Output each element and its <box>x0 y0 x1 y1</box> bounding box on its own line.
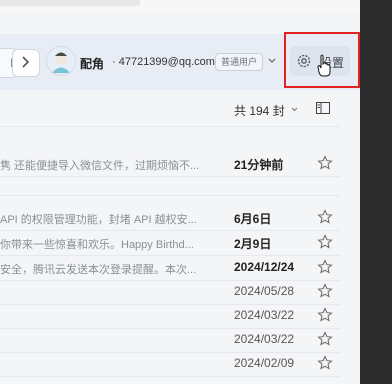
star-icon[interactable] <box>317 234 333 250</box>
mail-summary: 你带来一些惊喜和欢乐。Happy Birthd... <box>0 239 194 251</box>
mail-row[interactable]: 安全，腾讯云发送本次登录提醒。本次... 2024/12/24 <box>0 256 340 281</box>
mail-date: 2024/12/24 <box>234 260 295 274</box>
layout-toggle-icon[interactable] <box>316 102 330 114</box>
user-name: 配角 <box>80 57 105 71</box>
list-divider <box>0 126 340 127</box>
avatar[interactable] <box>46 46 76 76</box>
mail-row[interactable]: 2024/03/22 <box>0 328 340 353</box>
list-divider <box>0 195 340 196</box>
star-icon[interactable] <box>317 283 333 299</box>
chevron-down-icon[interactable] <box>268 58 276 64</box>
star-icon[interactable] <box>317 331 333 347</box>
star-icon[interactable] <box>317 209 333 225</box>
user-badge: 普通用户 <box>215 53 264 71</box>
mail-date: 2024/03/22 <box>234 308 295 322</box>
mail-date: 2024/02/09 <box>234 356 295 370</box>
star-icon[interactable] <box>317 259 333 275</box>
star-icon[interactable] <box>317 355 333 371</box>
mail-app: l 配角 · 47721399@qq.com 普通用户 设置 <box>0 0 360 384</box>
mail-row[interactable]: 你带来一些惊喜和欢乐。Happy Birthd... 2月9日 <box>0 231 340 256</box>
hand-cursor-icon <box>317 54 331 77</box>
mail-date: 2024/05/28 <box>234 284 295 298</box>
chevron-right-icon <box>22 56 30 68</box>
mail-row[interactable]: 2024/05/28 <box>0 280 340 305</box>
mail-date: 6月6日 <box>234 212 272 226</box>
count-chevron-down-icon[interactable] <box>291 107 298 112</box>
list-toolbar <box>0 90 360 128</box>
mail-date: 2月9日 <box>234 237 272 251</box>
mail-row[interactable]: 2024/03/22 <box>0 304 340 329</box>
user-email: · 47721399@qq.com <box>112 56 215 68</box>
mail-row[interactable]: 2024/02/09 <box>0 352 340 377</box>
forward-nav-button[interactable] <box>12 49 40 77</box>
mail-row[interactable]: 隽 还能便捷导入微信文件，过期烦恼不... 21分钟前 <box>0 152 340 177</box>
avatar-figure-icon <box>52 52 70 73</box>
mail-summary: API 的权限管理功能，封堵 API 越权安... <box>0 214 197 226</box>
mail-date: 21分钟前 <box>234 158 284 172</box>
top-strip-bar <box>0 0 140 6</box>
mail-summary: 安全，腾讯云发送本次登录提醒。本次... <box>0 264 197 276</box>
mail-summary: 隽 还能便捷导入微信文件，过期烦恼不... <box>0 160 200 172</box>
star-icon[interactable] <box>317 155 333 171</box>
top-strip <box>0 0 360 12</box>
mail-row[interactable]: API 的权限管理功能，封堵 API 越权安... 6月6日 <box>0 206 340 231</box>
window-edge <box>360 0 392 384</box>
mail-date: 2024/03/22 <box>234 332 295 346</box>
star-icon[interactable] <box>317 307 333 323</box>
mail-count[interactable]: 共 194 封 <box>234 102 285 119</box>
